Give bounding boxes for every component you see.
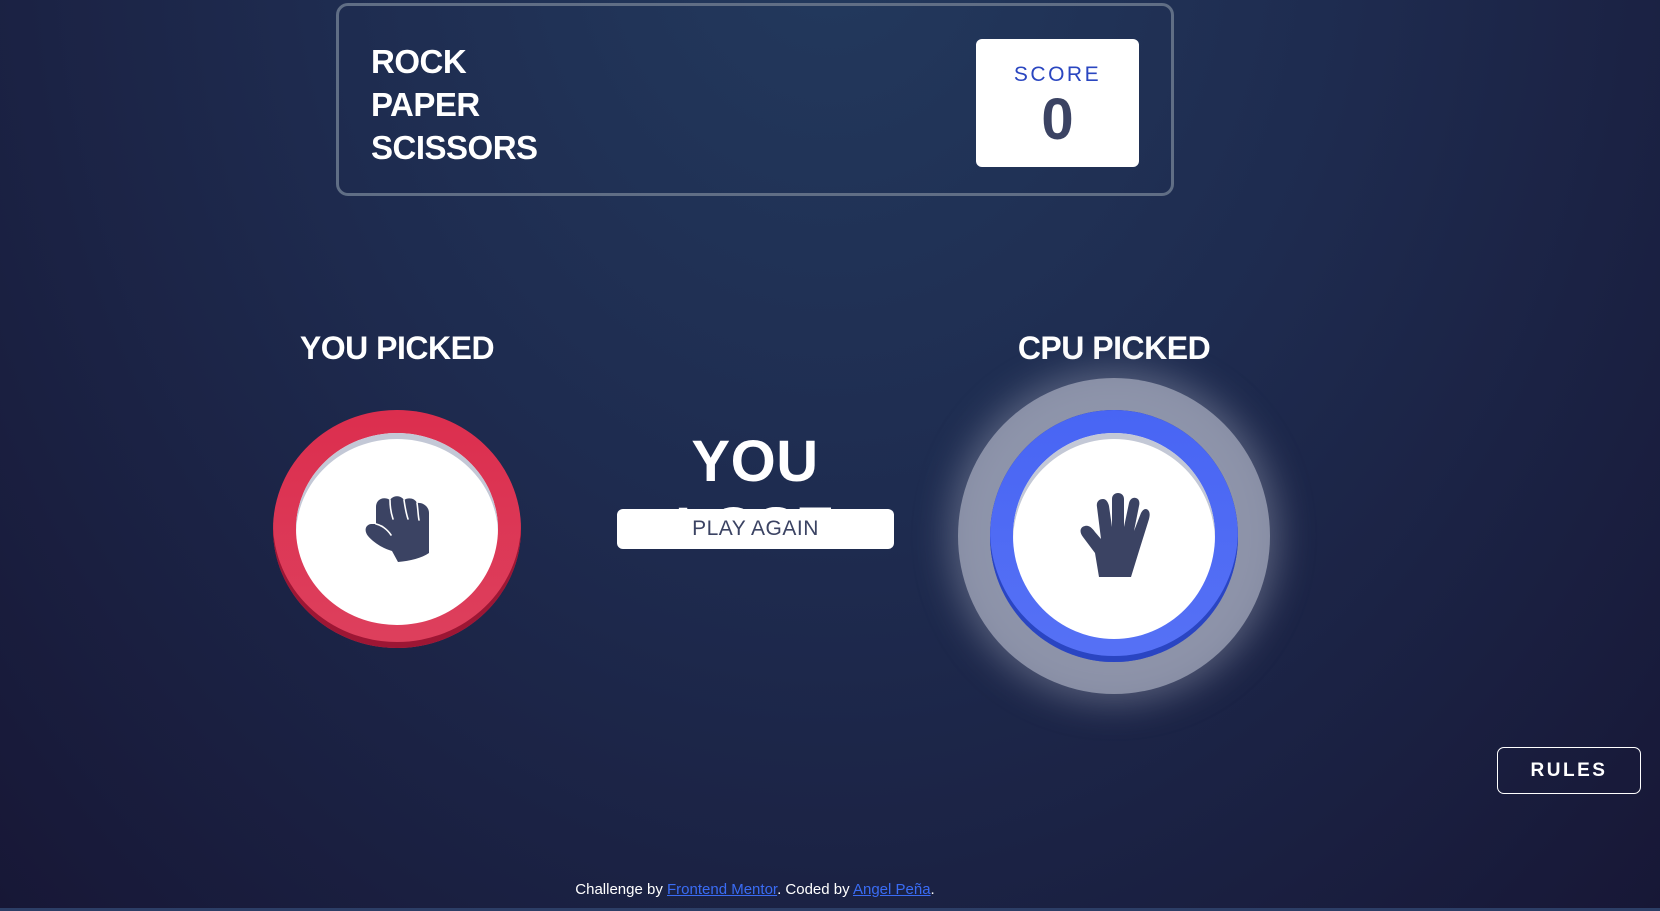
rock-token-face bbox=[296, 433, 498, 625]
cpu-pick-label: CPU PICKED bbox=[1017, 330, 1211, 366]
frontend-mentor-link[interactable]: Frontend Mentor bbox=[667, 881, 777, 898]
player-pick-label: YOU PICKED bbox=[299, 330, 495, 366]
title-line-scissors: SCISSORS bbox=[371, 129, 538, 166]
footer-suffix: . bbox=[930, 881, 935, 898]
paper-token-face bbox=[1013, 433, 1215, 639]
score-value: 0 bbox=[1041, 87, 1074, 152]
cpu-choice-paper bbox=[990, 410, 1238, 662]
score-box: SCORE 0 bbox=[976, 39, 1139, 167]
fist-icon bbox=[360, 493, 434, 565]
author-link[interactable]: Angel Peña bbox=[853, 881, 931, 898]
game-title: ROCK PAPER SCISSORS bbox=[371, 40, 538, 169]
rules-button[interactable]: RULES bbox=[1497, 747, 1641, 794]
title-line-rock: ROCK bbox=[371, 43, 467, 80]
play-again-button[interactable]: PLAY AGAIN bbox=[617, 509, 894, 549]
footer-middle: . Coded by bbox=[777, 881, 853, 898]
header: ROCK PAPER SCISSORS SCORE 0 bbox=[336, 3, 1174, 196]
title-line-paper: PAPER bbox=[371, 86, 480, 123]
player-choice-rock bbox=[273, 410, 521, 648]
footer-attribution: Challenge by Frontend Mentor. Coded by A… bbox=[0, 881, 1510, 898]
open-hand-icon bbox=[1077, 493, 1151, 579]
score-label: SCORE bbox=[1013, 63, 1102, 86]
footer-prefix: Challenge by bbox=[575, 881, 668, 898]
